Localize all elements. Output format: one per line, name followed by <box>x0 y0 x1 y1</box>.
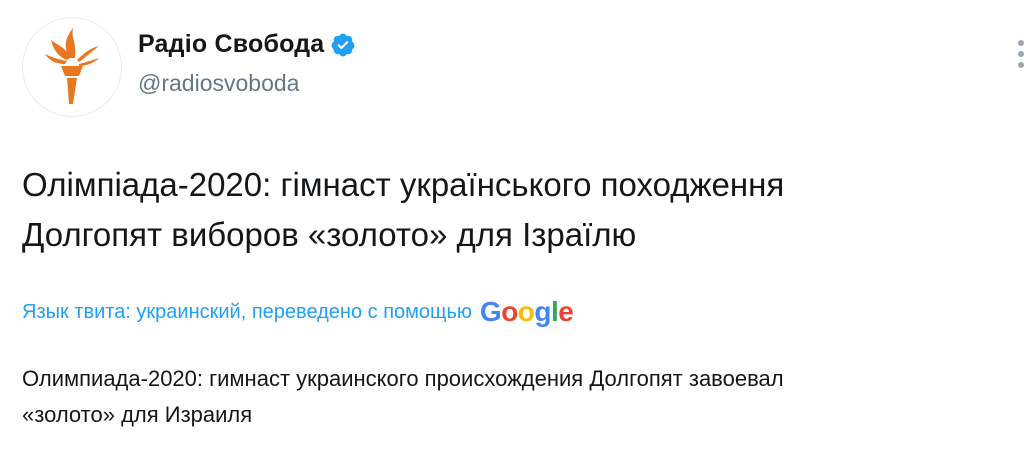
more-options-icon[interactable] <box>1010 40 1024 80</box>
translated-text-line: Олимпиада-2020: гимнаст украинского прои… <box>22 366 784 391</box>
account-avatar[interactable] <box>22 17 122 117</box>
verified-badge-icon <box>330 32 356 58</box>
tweet-card: Радіо Свобода @radiosvoboda Олімпіада-20… <box>0 0 1024 464</box>
tweet-text: Олімпіада-2020: гімнаст українського пох… <box>22 160 982 260</box>
translation-attribution: Язык твита: украинский, переведено с пом… <box>22 296 574 327</box>
tweet-text-line: Долгопят виборов «золото» для Ізраїлю <box>22 216 637 253</box>
account-handle[interactable]: @radiosvoboda <box>138 70 299 97</box>
rferl-torch-logo-icon <box>45 28 99 104</box>
translated-text-line: «золото» для Израиля <box>22 402 253 427</box>
translated-tweet-text: Олимпиада-2020: гимнаст украинского прои… <box>22 361 1002 433</box>
tweet-text-line: Олімпіада-2020: гімнаст українського пох… <box>22 166 785 203</box>
account-display-name[interactable]: Радіо Свобода <box>138 30 324 59</box>
translation-label[interactable]: Язык твита: украинский, переведено с пом… <box>22 301 472 324</box>
account-name-row[interactable]: Радіо Свобода <box>138 30 356 59</box>
google-logo: Google <box>479 296 574 327</box>
